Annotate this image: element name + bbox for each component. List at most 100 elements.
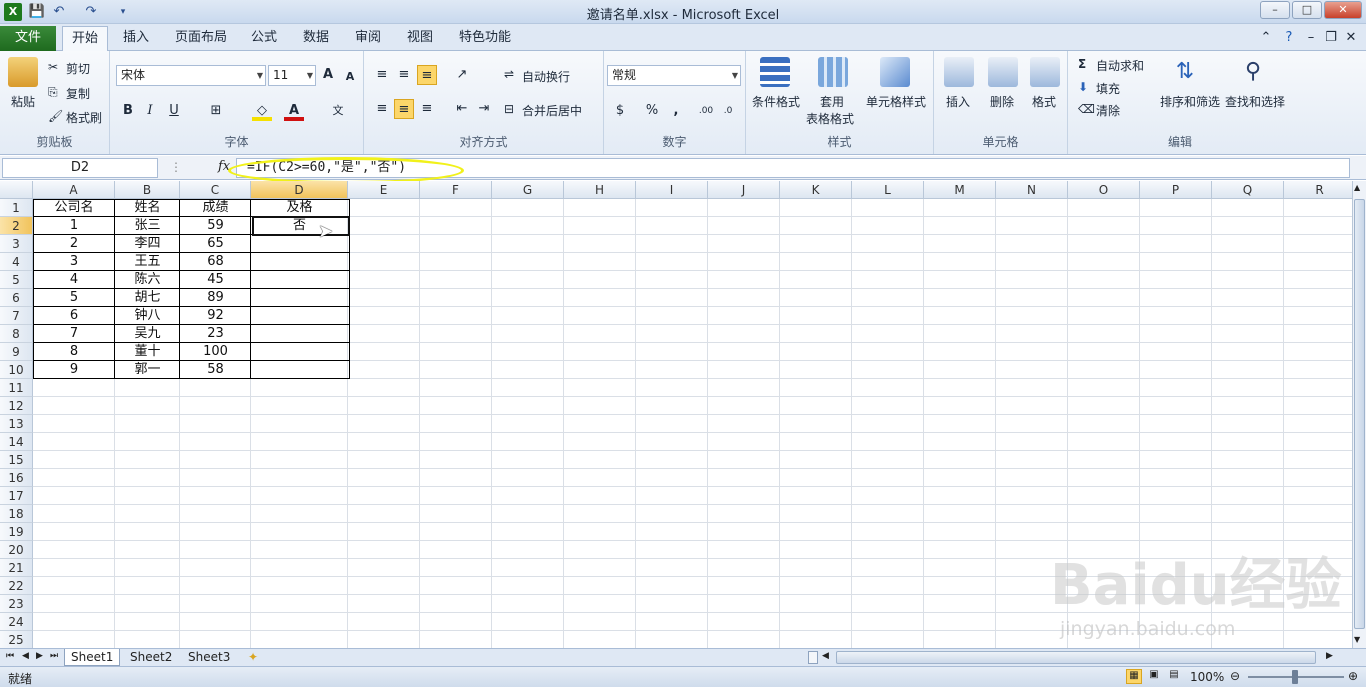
format-painter-button[interactable]: 格式刷 [66, 109, 102, 126]
wrap-text-button[interactable]: 自动换行 [522, 68, 570, 85]
align-center-icon[interactable]: ≡ [394, 99, 414, 119]
tab-data[interactable]: 数据 [296, 26, 336, 51]
cell-c10[interactable]: 58 [180, 361, 251, 379]
cell-c8[interactable]: 23 [180, 325, 251, 343]
orientation-icon[interactable]: ↗ [452, 65, 472, 85]
column-header-k[interactable]: K [780, 181, 852, 199]
row-header-17[interactable]: 17 [0, 487, 33, 505]
cell-b4[interactable]: 王五 [115, 253, 180, 271]
header-cell-b[interactable]: 姓名 [115, 199, 180, 217]
conditional-format-icon[interactable] [760, 57, 790, 87]
cell-d6[interactable] [251, 289, 348, 307]
italic-button[interactable]: I [140, 101, 160, 121]
cell-a6[interactable]: 5 [33, 289, 115, 307]
cell-c7[interactable]: 92 [180, 307, 251, 325]
cell-b5[interactable]: 陈六 [115, 271, 180, 289]
tab-file[interactable]: 文件 [0, 26, 56, 51]
insert-cells-icon[interactable] [944, 57, 974, 87]
row-header-12[interactable]: 12 [0, 397, 33, 415]
cell-a4[interactable]: 3 [33, 253, 115, 271]
shrink-font-icon[interactable]: A [340, 67, 360, 87]
cell-b2[interactable]: 张三 [115, 217, 180, 235]
fill-color-icon[interactable]: ◇ [252, 101, 272, 121]
format-as-table-line2[interactable]: 表格格式 [806, 110, 854, 127]
cell-styles-button[interactable]: 单元格样式 [866, 93, 926, 110]
tab-home[interactable]: 开始 [62, 26, 108, 51]
selected-cell-d2[interactable] [252, 216, 350, 236]
cell-b9[interactable]: 董十 [115, 343, 180, 361]
cell-c9[interactable]: 100 [180, 343, 251, 361]
header-cell-a[interactable]: 公司名 [33, 199, 115, 217]
column-header-q[interactable]: Q [1212, 181, 1284, 199]
column-header-r[interactable]: R [1284, 181, 1352, 199]
cell-d8[interactable] [251, 325, 348, 343]
tab-formulas[interactable]: 公式 [244, 26, 284, 51]
percent-button[interactable]: % [642, 101, 662, 121]
row-header-20[interactable]: 20 [0, 541, 33, 559]
row-header-19[interactable]: 19 [0, 523, 33, 541]
clear-button[interactable]: 清除 [1096, 102, 1120, 119]
row-header-23[interactable]: 23 [0, 595, 33, 613]
page-break-view-icon[interactable]: ▤ [1166, 669, 1182, 684]
delete-cells-button[interactable]: 删除 [990, 93, 1014, 110]
horizontal-scroll-thumb[interactable] [836, 651, 1316, 664]
zoom-in-icon[interactable]: ⊕ [1348, 669, 1358, 683]
prev-sheet-icon[interactable]: ◀ [22, 651, 29, 661]
sheet-tab-2[interactable]: Sheet2 [124, 649, 178, 666]
column-header-b[interactable]: B [115, 181, 180, 199]
column-header-h[interactable]: H [564, 181, 636, 199]
collapse-ribbon-icon[interactable]: ⌃ [1258, 26, 1274, 51]
row-header-8[interactable]: 8 [0, 325, 33, 343]
cell-b10[interactable]: 郭一 [115, 361, 180, 379]
doc-restore-icon[interactable]: ❐ [1322, 26, 1340, 51]
number-format-select[interactable]: 常规 ▼ [607, 65, 741, 86]
tab-split-handle[interactable] [808, 651, 818, 664]
row-header-4[interactable]: 4 [0, 253, 33, 271]
align-left-icon[interactable]: ≡ [372, 99, 392, 119]
normal-view-icon[interactable]: ▦ [1126, 669, 1142, 684]
doc-minimize-icon[interactable]: – [1302, 26, 1320, 51]
paste-button[interactable]: 粘贴 [11, 93, 35, 110]
row-header-9[interactable]: 9 [0, 343, 33, 361]
select-all-corner[interactable] [0, 181, 33, 199]
fill-button[interactable]: 填充 [1096, 80, 1120, 97]
next-sheet-icon[interactable]: ▶ [36, 651, 43, 661]
tab-view[interactable]: 视图 [400, 26, 440, 51]
row-header-21[interactable]: 21 [0, 559, 33, 577]
cell-a8[interactable]: 7 [33, 325, 115, 343]
increase-decimal-icon[interactable]: .00 [696, 101, 716, 121]
copy-button[interactable]: 复制 [66, 85, 90, 102]
cell-d10[interactable] [251, 361, 348, 379]
decrease-indent-icon[interactable]: ⇤ [452, 99, 472, 119]
column-header-e[interactable]: E [348, 181, 420, 199]
cell-a10[interactable]: 9 [33, 361, 115, 379]
column-header-c[interactable]: C [180, 181, 251, 199]
borders-icon[interactable]: ⊞ [206, 101, 226, 121]
row-header-5[interactable]: 5 [0, 271, 33, 289]
align-bottom-icon[interactable]: ≡ [417, 65, 437, 85]
cell-d5[interactable] [251, 271, 348, 289]
cell-b6[interactable]: 胡七 [115, 289, 180, 307]
maximize-button[interactable]: □ [1292, 1, 1322, 19]
comma-button[interactable]: , [666, 101, 686, 121]
column-header-o[interactable]: O [1068, 181, 1140, 199]
font-color-icon[interactable]: A [284, 101, 304, 121]
zoom-slider-thumb[interactable] [1292, 670, 1298, 684]
new-sheet-icon[interactable]: ✦ [242, 649, 264, 666]
row-header-11[interactable]: 11 [0, 379, 33, 397]
column-header-a[interactable]: A [33, 181, 115, 199]
help-icon[interactable]: ? [1280, 26, 1298, 51]
first-sheet-icon[interactable]: ⏮ [6, 651, 14, 661]
row-header-13[interactable]: 13 [0, 415, 33, 433]
row-header-15[interactable]: 15 [0, 451, 33, 469]
cell-d9[interactable] [251, 343, 348, 361]
row-header-24[interactable]: 24 [0, 613, 33, 631]
sheet-tab-1[interactable]: Sheet1 [64, 649, 121, 666]
cell-c2[interactable]: 59 [180, 217, 251, 235]
column-header-i[interactable]: I [636, 181, 708, 199]
currency-icon[interactable]: $ [610, 101, 630, 121]
decrease-decimal-icon[interactable]: .0 [718, 101, 738, 121]
increase-indent-icon[interactable]: ⇥ [474, 99, 494, 119]
format-cells-button[interactable]: 格式 [1032, 93, 1056, 110]
vertical-scrollbar[interactable]: ▲ ▼ [1352, 181, 1366, 648]
